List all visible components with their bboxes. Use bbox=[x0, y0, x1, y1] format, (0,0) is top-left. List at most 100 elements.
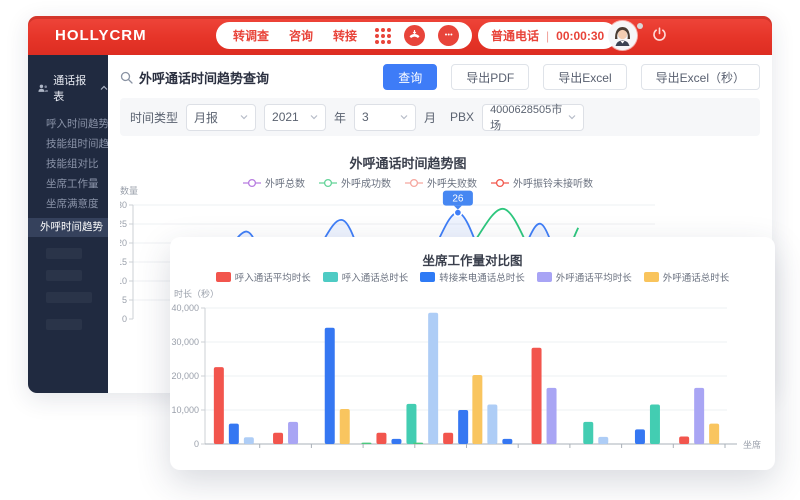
legend-item[interactable]: 呼入通话总时长 bbox=[323, 270, 409, 284]
bar bbox=[340, 409, 350, 444]
search-button[interactable]: 查询 bbox=[383, 64, 437, 90]
sidebar-group-label: 通话报表 bbox=[53, 72, 91, 104]
export-excel-button[interactable]: 导出Excel bbox=[543, 64, 626, 90]
pbx-value: 4000628505市场 bbox=[490, 101, 564, 133]
query-header: 外呼通话时间趋势查询 查询 导出PDF 导出Excel 导出Excel（秒） bbox=[120, 63, 760, 91]
chevron-down-icon bbox=[310, 113, 318, 121]
chevron-up-icon bbox=[100, 84, 108, 92]
bar bbox=[709, 424, 719, 444]
svg-text:30: 30 bbox=[120, 200, 127, 210]
month-select[interactable]: 3 bbox=[354, 104, 416, 131]
call-action-1[interactable]: 咨询 bbox=[280, 27, 322, 44]
pbx-label: PBX bbox=[450, 110, 474, 124]
apps-grid-icon[interactable] bbox=[375, 28, 391, 44]
sidebar-group-report[interactable]: 通话报表 bbox=[28, 55, 108, 114]
bar bbox=[229, 424, 239, 444]
legend-item[interactable]: 外呼通话平均时长 bbox=[537, 270, 632, 284]
avatar[interactable] bbox=[608, 21, 637, 50]
bar bbox=[288, 422, 298, 444]
legend-swatch bbox=[420, 272, 435, 282]
chart-tooltip: 26 bbox=[443, 191, 473, 210]
phone-status-label: 普通电话 bbox=[491, 27, 539, 44]
month-value: 3 bbox=[362, 110, 369, 124]
time-type-value: 月报 bbox=[194, 109, 218, 126]
legend-label: 转接来电通话总时长 bbox=[439, 270, 525, 284]
bar bbox=[502, 439, 512, 444]
bar bbox=[214, 367, 224, 444]
bar bbox=[635, 429, 645, 444]
legend-label: 外呼通话总时长 bbox=[663, 270, 730, 284]
svg-text:25: 25 bbox=[120, 219, 127, 229]
bar bbox=[547, 388, 557, 444]
year-value: 2021 bbox=[272, 110, 299, 124]
sidebar: 通话报表 呼入时间趋势技能组时间趋势技能组对比坐席工作量坐席满意度外呼时间趋势 bbox=[28, 55, 108, 393]
power-icon[interactable] bbox=[652, 27, 667, 47]
svg-text:5: 5 bbox=[122, 295, 127, 305]
year-suffix-label: 年 bbox=[334, 109, 346, 126]
bar bbox=[428, 313, 438, 444]
sidebar-skeletons bbox=[28, 248, 108, 330]
sidebar-item[interactable]: 技能组对比 bbox=[28, 154, 108, 174]
sidebar-skeleton bbox=[46, 292, 92, 303]
bar bbox=[244, 437, 254, 444]
legend-item[interactable]: 外呼通话总时长 bbox=[644, 270, 730, 284]
bar bbox=[273, 433, 283, 444]
sidebar-item[interactable]: 技能组时间趋势 bbox=[28, 134, 108, 154]
sidebar-item[interactable]: 呼入时间趋势 bbox=[28, 114, 108, 134]
svg-text:0: 0 bbox=[194, 439, 199, 449]
bar bbox=[458, 410, 468, 444]
bar-chart-title: 坐席工作量对比图 bbox=[170, 250, 775, 269]
bar bbox=[406, 404, 416, 444]
phone-status-pill: 普通电话 | 00:00:30 bbox=[478, 22, 617, 49]
bar bbox=[443, 433, 453, 444]
svg-text:15: 15 bbox=[120, 257, 127, 267]
sidebar-skeleton bbox=[46, 270, 82, 281]
svg-text:10,000: 10,000 bbox=[171, 405, 199, 415]
bar bbox=[472, 375, 482, 444]
month-suffix-label: 月 bbox=[424, 109, 436, 126]
bar-chart-legend: 呼入通话平均时长 呼入通话总时长 转接来电通话总时长 外呼通话平均时长 外呼通话总时长 bbox=[170, 270, 775, 284]
bar bbox=[598, 437, 608, 444]
year-select[interactable]: 2021 bbox=[264, 104, 326, 131]
sidebar-skeleton bbox=[46, 319, 82, 330]
bar bbox=[650, 405, 660, 444]
svg-text:20,000: 20,000 bbox=[171, 371, 199, 381]
export-excel-sec-button[interactable]: 导出Excel（秒） bbox=[641, 64, 760, 90]
svg-text:20: 20 bbox=[120, 238, 127, 248]
export-pdf-button[interactable]: 导出PDF bbox=[451, 64, 529, 90]
search-icon bbox=[120, 71, 133, 84]
hangup-phone-icon[interactable] bbox=[404, 25, 425, 46]
pbx-select[interactable]: 4000628505市场 bbox=[482, 104, 584, 131]
svg-text:时长（秒）: 时长（秒） bbox=[174, 288, 219, 299]
bar bbox=[376, 433, 386, 444]
call-action-0[interactable]: 转调查 bbox=[224, 27, 278, 44]
call-action-2[interactable]: 转接 bbox=[324, 27, 366, 44]
bar bbox=[679, 437, 689, 444]
svg-text:数量: 数量 bbox=[120, 186, 138, 196]
bar bbox=[361, 443, 371, 444]
sidebar-item[interactable]: 坐席满意度 bbox=[28, 194, 108, 214]
legend-item[interactable]: 转接来电通话总时长 bbox=[420, 270, 525, 284]
legend-swatch bbox=[323, 272, 338, 282]
report-users-icon bbox=[38, 83, 48, 94]
presence-dot bbox=[637, 23, 643, 29]
call-timer: 00:00:30 bbox=[556, 29, 604, 43]
chat-icon[interactable] bbox=[438, 25, 459, 46]
svg-text:40,000: 40,000 bbox=[171, 303, 199, 313]
agent-workload-card: 坐席工作量对比图 呼入通话平均时长 呼入通话总时长 转接来电通话总时长 外呼通话平均时… bbox=[170, 237, 775, 470]
legend-item[interactable]: 呼入通话平均时长 bbox=[216, 270, 311, 284]
legend-swatch bbox=[644, 272, 659, 282]
legend-label: 外呼通话平均时长 bbox=[556, 270, 632, 284]
bar bbox=[391, 439, 401, 444]
page-title: 外呼通话时间趋势查询 bbox=[139, 68, 269, 87]
topbar-icon-pill bbox=[362, 22, 472, 49]
sidebar-items: 呼入时间趋势技能组时间趋势技能组对比坐席工作量坐席满意度外呼时间趋势 bbox=[28, 114, 108, 237]
time-type-label: 时间类型 bbox=[130, 109, 178, 126]
sidebar-item[interactable]: 外呼时间趋势 bbox=[28, 218, 108, 237]
query-buttons: 查询 导出PDF 导出Excel 导出Excel（秒） bbox=[383, 64, 760, 90]
sidebar-item[interactable]: 坐席工作量 bbox=[28, 174, 108, 194]
time-type-select[interactable]: 月报 bbox=[186, 104, 256, 131]
svg-text:坐席: 坐席 bbox=[743, 439, 761, 450]
legend-label: 呼入通话总时长 bbox=[342, 270, 409, 284]
legend-label: 呼入通话平均时长 bbox=[235, 270, 311, 284]
